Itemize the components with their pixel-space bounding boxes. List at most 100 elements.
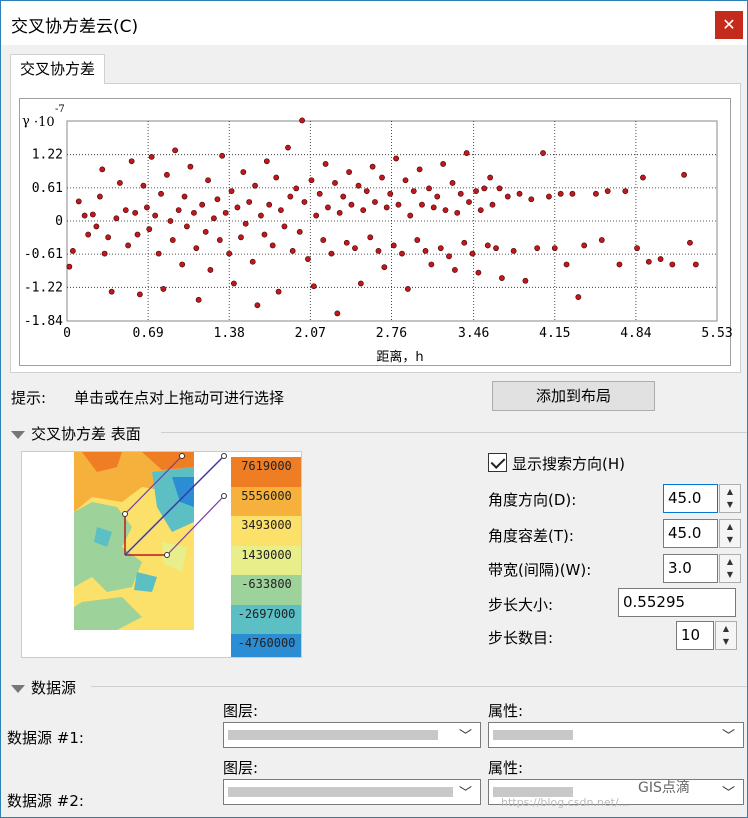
chevron-down-icon: ﹀ bbox=[458, 786, 472, 801]
y-tick-label: -1.22 bbox=[24, 280, 63, 295]
data-point bbox=[263, 158, 270, 165]
datasource-2-layer-select[interactable]: ﹀ bbox=[223, 779, 481, 805]
data-point bbox=[395, 201, 402, 208]
x-axis-label: 距离，h bbox=[376, 349, 423, 365]
data-point bbox=[463, 150, 470, 156]
data-point bbox=[179, 261, 186, 268]
lag-count-input[interactable]: 10 bbox=[676, 621, 714, 650]
bandwidth-stepper[interactable]: ▲ ▼ bbox=[719, 554, 741, 583]
layer-label-2: 图层: bbox=[223, 759, 259, 777]
data-point bbox=[336, 209, 343, 216]
datasource-1-attribute-select[interactable]: ﹀ bbox=[488, 722, 744, 748]
cross-covariance-surface[interactable]: 7619000 5556000 3493000 1430000 -633800 -2697… bbox=[21, 451, 302, 658]
up-arrow-icon[interactable]: ▲ bbox=[716, 622, 736, 635]
cross-covariance-plot[interactable]: γ ·10 -7 距离，h 0 0.69 1.38 2.07 2.76 3.46 4.15 4… bbox=[19, 98, 732, 367]
down-arrow-icon[interactable]: ▼ bbox=[720, 568, 740, 581]
data-point bbox=[175, 207, 182, 214]
down-arrow-icon[interactable]: ▼ bbox=[720, 533, 740, 546]
data-point bbox=[285, 144, 291, 151]
data-point bbox=[299, 117, 305, 124]
data-point bbox=[66, 263, 73, 270]
x-tick-label: 0.69 bbox=[132, 326, 163, 341]
data-point bbox=[484, 242, 491, 249]
tab-cross-covariance[interactable]: 交叉协方差 bbox=[10, 54, 105, 84]
data-point bbox=[645, 258, 652, 265]
data-point bbox=[293, 185, 300, 192]
data-point bbox=[242, 220, 249, 227]
lag-size-input[interactable]: 0.55295 bbox=[618, 588, 736, 617]
data-point bbox=[381, 264, 388, 271]
data-point bbox=[308, 177, 315, 184]
datasource-section-header[interactable]: 数据源 bbox=[11, 677, 76, 698]
title-bar: 交叉协方差云(C) ✕ bbox=[1, 1, 747, 45]
up-arrow-icon[interactable]: ▲ bbox=[720, 520, 740, 533]
data-point bbox=[334, 310, 341, 317]
y-tick-label: 0.61 bbox=[32, 181, 63, 196]
data-point bbox=[407, 212, 414, 219]
data-point bbox=[269, 242, 276, 249]
watermark-url: https://blog.csdn.net/... bbox=[501, 796, 630, 809]
up-arrow-icon[interactable]: ▲ bbox=[720, 485, 740, 498]
angle-tolerance-stepper[interactable]: ▲ ▼ bbox=[719, 519, 741, 548]
y-tick-label: -1.84 bbox=[24, 314, 63, 329]
add-to-layout-button[interactable]: 添加到布局 bbox=[492, 381, 655, 411]
data-point bbox=[187, 163, 194, 170]
scatter-chart[interactable]: γ ·10 -7 距离，h 0 0.69 1.38 2.07 2.76 3.46 4.15 4… bbox=[20, 99, 732, 367]
y-tick-label: 1.22 bbox=[32, 148, 63, 163]
data-point bbox=[261, 231, 268, 238]
data-point bbox=[343, 239, 350, 246]
down-arrow-icon[interactable]: ▼ bbox=[720, 498, 740, 511]
angle-tolerance-input[interactable]: 45.0 bbox=[663, 519, 718, 548]
data-point bbox=[136, 291, 143, 298]
data-point bbox=[226, 250, 233, 257]
surface-section-header[interactable]: 交叉协方差 表面 bbox=[11, 423, 141, 444]
data-point bbox=[442, 207, 449, 214]
data-point bbox=[581, 242, 588, 249]
data-point bbox=[214, 196, 221, 203]
data-point bbox=[108, 288, 115, 295]
data-point bbox=[426, 185, 432, 192]
data-point bbox=[320, 237, 327, 243]
hint-text: 单击或在点对上拖动可进行选择 bbox=[74, 389, 285, 407]
data-point bbox=[144, 204, 150, 211]
show-search-direction-checkbox[interactable] bbox=[488, 453, 507, 472]
data-point bbox=[275, 288, 282, 295]
angle-direction-stepper[interactable]: ▲ ▼ bbox=[719, 484, 741, 513]
data-point bbox=[313, 212, 320, 219]
data-point bbox=[454, 209, 461, 216]
legend-entry: -4760000 bbox=[231, 634, 301, 657]
data-point bbox=[205, 177, 211, 184]
bandwidth-input[interactable]: 3.0 bbox=[663, 554, 718, 583]
datasource-1-layer-select[interactable]: ﹀ bbox=[223, 722, 481, 748]
data-point bbox=[657, 256, 664, 262]
data-point bbox=[510, 247, 517, 254]
data-point bbox=[148, 153, 155, 160]
data-point bbox=[167, 218, 174, 224]
lag-count-stepper[interactable]: ▲ ▼ bbox=[715, 621, 737, 650]
data-point bbox=[551, 245, 558, 252]
surface-section-title: 交叉协方差 表面 bbox=[31, 425, 141, 443]
data-point bbox=[387, 190, 394, 197]
data-point bbox=[410, 188, 417, 195]
down-arrow-icon[interactable]: ▼ bbox=[716, 635, 736, 648]
up-arrow-icon[interactable]: ▲ bbox=[720, 555, 740, 568]
layer-label-1: 图层: bbox=[223, 702, 259, 720]
data-point bbox=[379, 174, 385, 181]
data-point bbox=[146, 226, 153, 233]
data-point bbox=[195, 296, 202, 303]
lag-size-label: 步长大小: bbox=[488, 596, 554, 614]
y-tick-label: 0 bbox=[55, 214, 63, 229]
section-divider bbox=[91, 686, 747, 687]
data-point bbox=[399, 250, 405, 257]
gamma-symbol: γ bbox=[22, 114, 30, 129]
angle-direction-input[interactable]: 45.0 bbox=[663, 484, 718, 513]
data-point bbox=[301, 199, 308, 205]
data-point bbox=[266, 201, 273, 208]
data-point bbox=[475, 269, 482, 276]
legend-entry: -633800 bbox=[231, 575, 301, 607]
data-point bbox=[477, 207, 484, 214]
data-point bbox=[211, 215, 217, 222]
data-point bbox=[316, 190, 323, 197]
data-point bbox=[81, 212, 88, 219]
close-button[interactable]: ✕ bbox=[715, 11, 743, 39]
